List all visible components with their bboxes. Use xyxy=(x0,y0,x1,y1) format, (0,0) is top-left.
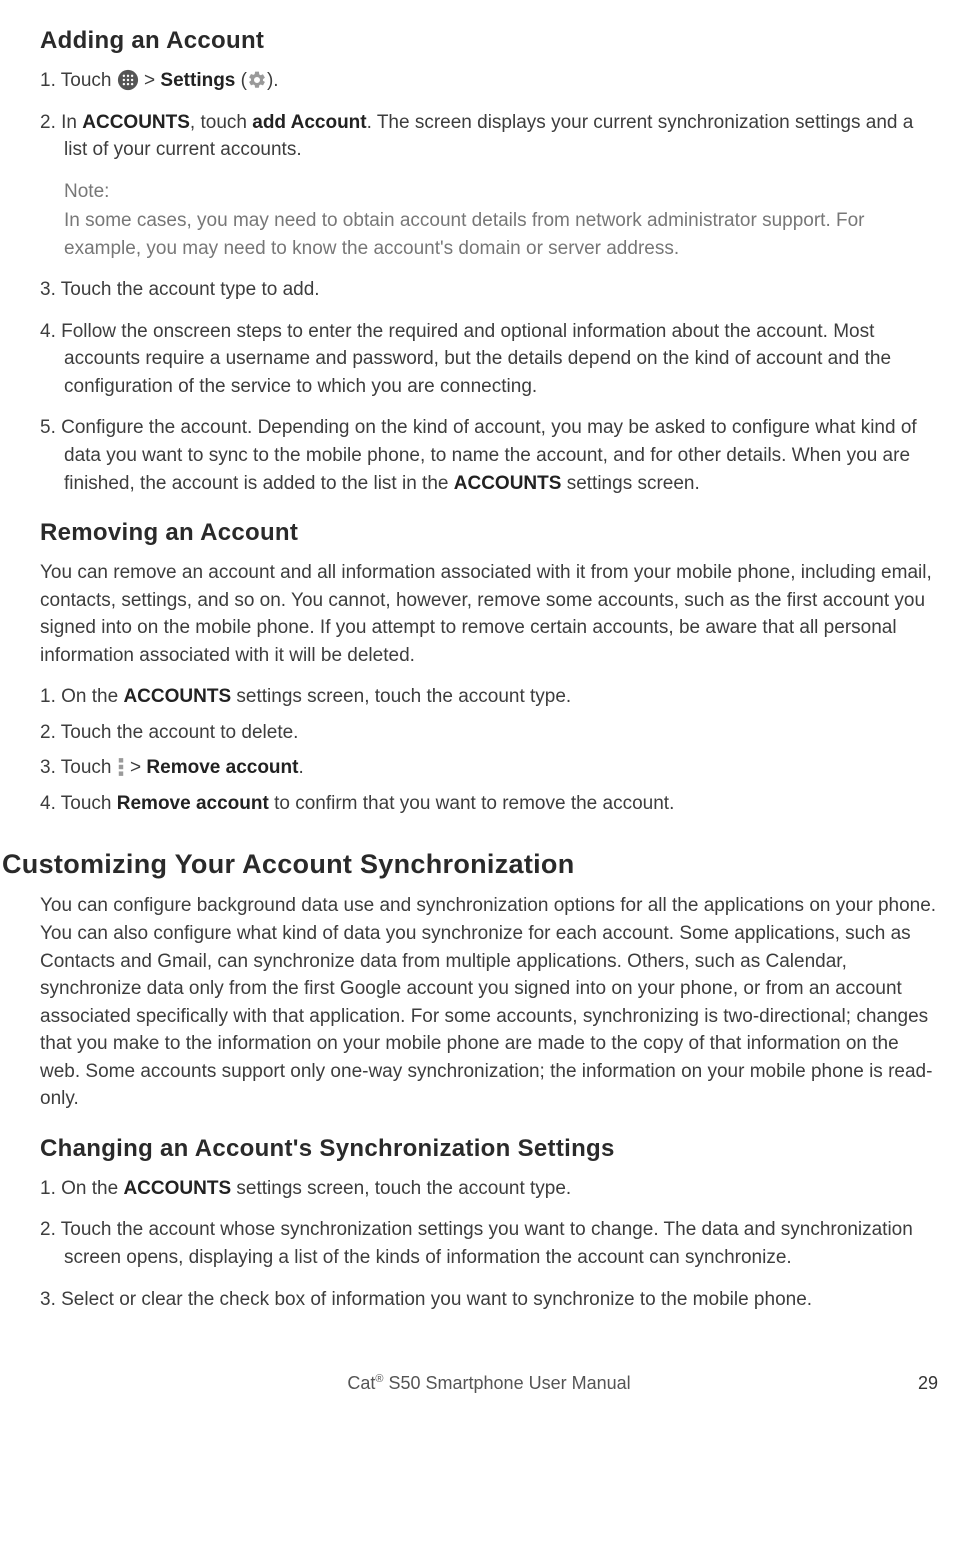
step-3: 3. Select or clear the check box of info… xyxy=(40,1286,938,1314)
text-accounts: ACCOUNTS xyxy=(123,686,231,707)
text: 1. On the xyxy=(40,1178,123,1199)
footer-title: Cat® S50 Smartphone User Manual xyxy=(347,1373,630,1394)
text: settings screen, touch the account type. xyxy=(231,686,571,707)
text: settings screen, touch the account type. xyxy=(231,1178,571,1199)
text: 3. Touch xyxy=(40,757,117,778)
text: > xyxy=(139,70,161,91)
text-remove-account: Remove account xyxy=(146,757,298,778)
text: ( xyxy=(235,70,247,91)
heading-changing-sync: Changing an Account's Synchronization Se… xyxy=(40,1135,938,1163)
text-accounts: ACCOUNTS xyxy=(454,473,562,494)
note-block: Note: In some cases, you may need to obt… xyxy=(40,178,938,263)
step-1: 1. Touch > Settings (). xyxy=(40,67,938,95)
text: 4. Touch xyxy=(40,793,117,814)
step-4: 4. Follow the onscreen steps to enter th… xyxy=(40,318,938,401)
text: 2. In xyxy=(40,112,82,133)
text: to confirm that you want to remove the a… xyxy=(269,793,675,814)
heading-adding-account: Adding an Account xyxy=(40,27,938,55)
step-1: 1. On the ACCOUNTS settings screen, touc… xyxy=(40,1175,938,1203)
text: 4. Follow the onscreen steps to enter th… xyxy=(40,321,891,397)
removing-steps: 1. On the ACCOUNTS settings screen, touc… xyxy=(40,683,938,817)
text-accounts: ACCOUNTS xyxy=(82,112,190,133)
note-label: Note: xyxy=(64,178,938,206)
step-2: 2. In ACCOUNTS, touch add Account. The s… xyxy=(40,109,938,263)
page-number: 29 xyxy=(918,1373,938,1394)
text-accounts: ACCOUNTS xyxy=(123,1178,231,1199)
text: Cat xyxy=(347,1373,375,1393)
step-3: 3. Touch > Remove account. xyxy=(40,754,938,782)
step-3: 3. Touch the account type to add. xyxy=(40,276,938,304)
heading-customizing: Customizing Your Account Synchronization xyxy=(2,849,938,880)
text: 1. On the xyxy=(40,686,123,707)
step-4: 4. Touch Remove account to confirm that … xyxy=(40,790,938,818)
page-content: Adding an Account 1. Touch > Settings ()… xyxy=(40,0,938,1313)
text: 3. Touch the account type to add. xyxy=(40,279,320,300)
text: . xyxy=(298,757,303,778)
text: 2. Touch the account whose synchronizati… xyxy=(40,1219,913,1268)
step-1: 1. On the ACCOUNTS settings screen, touc… xyxy=(40,683,938,711)
text: 1. Touch xyxy=(40,70,117,91)
apps-grid-icon xyxy=(117,69,139,91)
step-2: 2. Touch the account to delete. xyxy=(40,719,938,747)
removing-intro: You can remove an account and all inform… xyxy=(40,559,938,669)
text: S50 Smartphone User Manual xyxy=(383,1373,630,1393)
text-add-account: add Account xyxy=(252,112,366,133)
text: ). xyxy=(267,70,279,91)
overflow-menu-icon xyxy=(117,757,125,777)
page-footer: Cat® S50 Smartphone User Manual 29 xyxy=(40,1373,938,1394)
customizing-intro: You can configure background data use an… xyxy=(40,892,938,1112)
text: settings screen. xyxy=(561,473,699,494)
gear-icon xyxy=(247,70,267,90)
text: > xyxy=(125,757,147,778)
text: , touch xyxy=(190,112,252,133)
step-2: 2. Touch the account whose synchronizati… xyxy=(40,1216,938,1271)
step-5: 5. Configure the account. Depending on t… xyxy=(40,414,938,497)
heading-removing-account: Removing an Account xyxy=(40,519,938,547)
text-settings: Settings xyxy=(160,70,235,91)
text: 2. Touch the account to delete. xyxy=(40,722,298,743)
note-body: In some cases, you may need to obtain ac… xyxy=(64,207,938,262)
text: 3. Select or clear the check box of info… xyxy=(40,1289,812,1310)
text-remove-account: Remove account xyxy=(117,793,269,814)
